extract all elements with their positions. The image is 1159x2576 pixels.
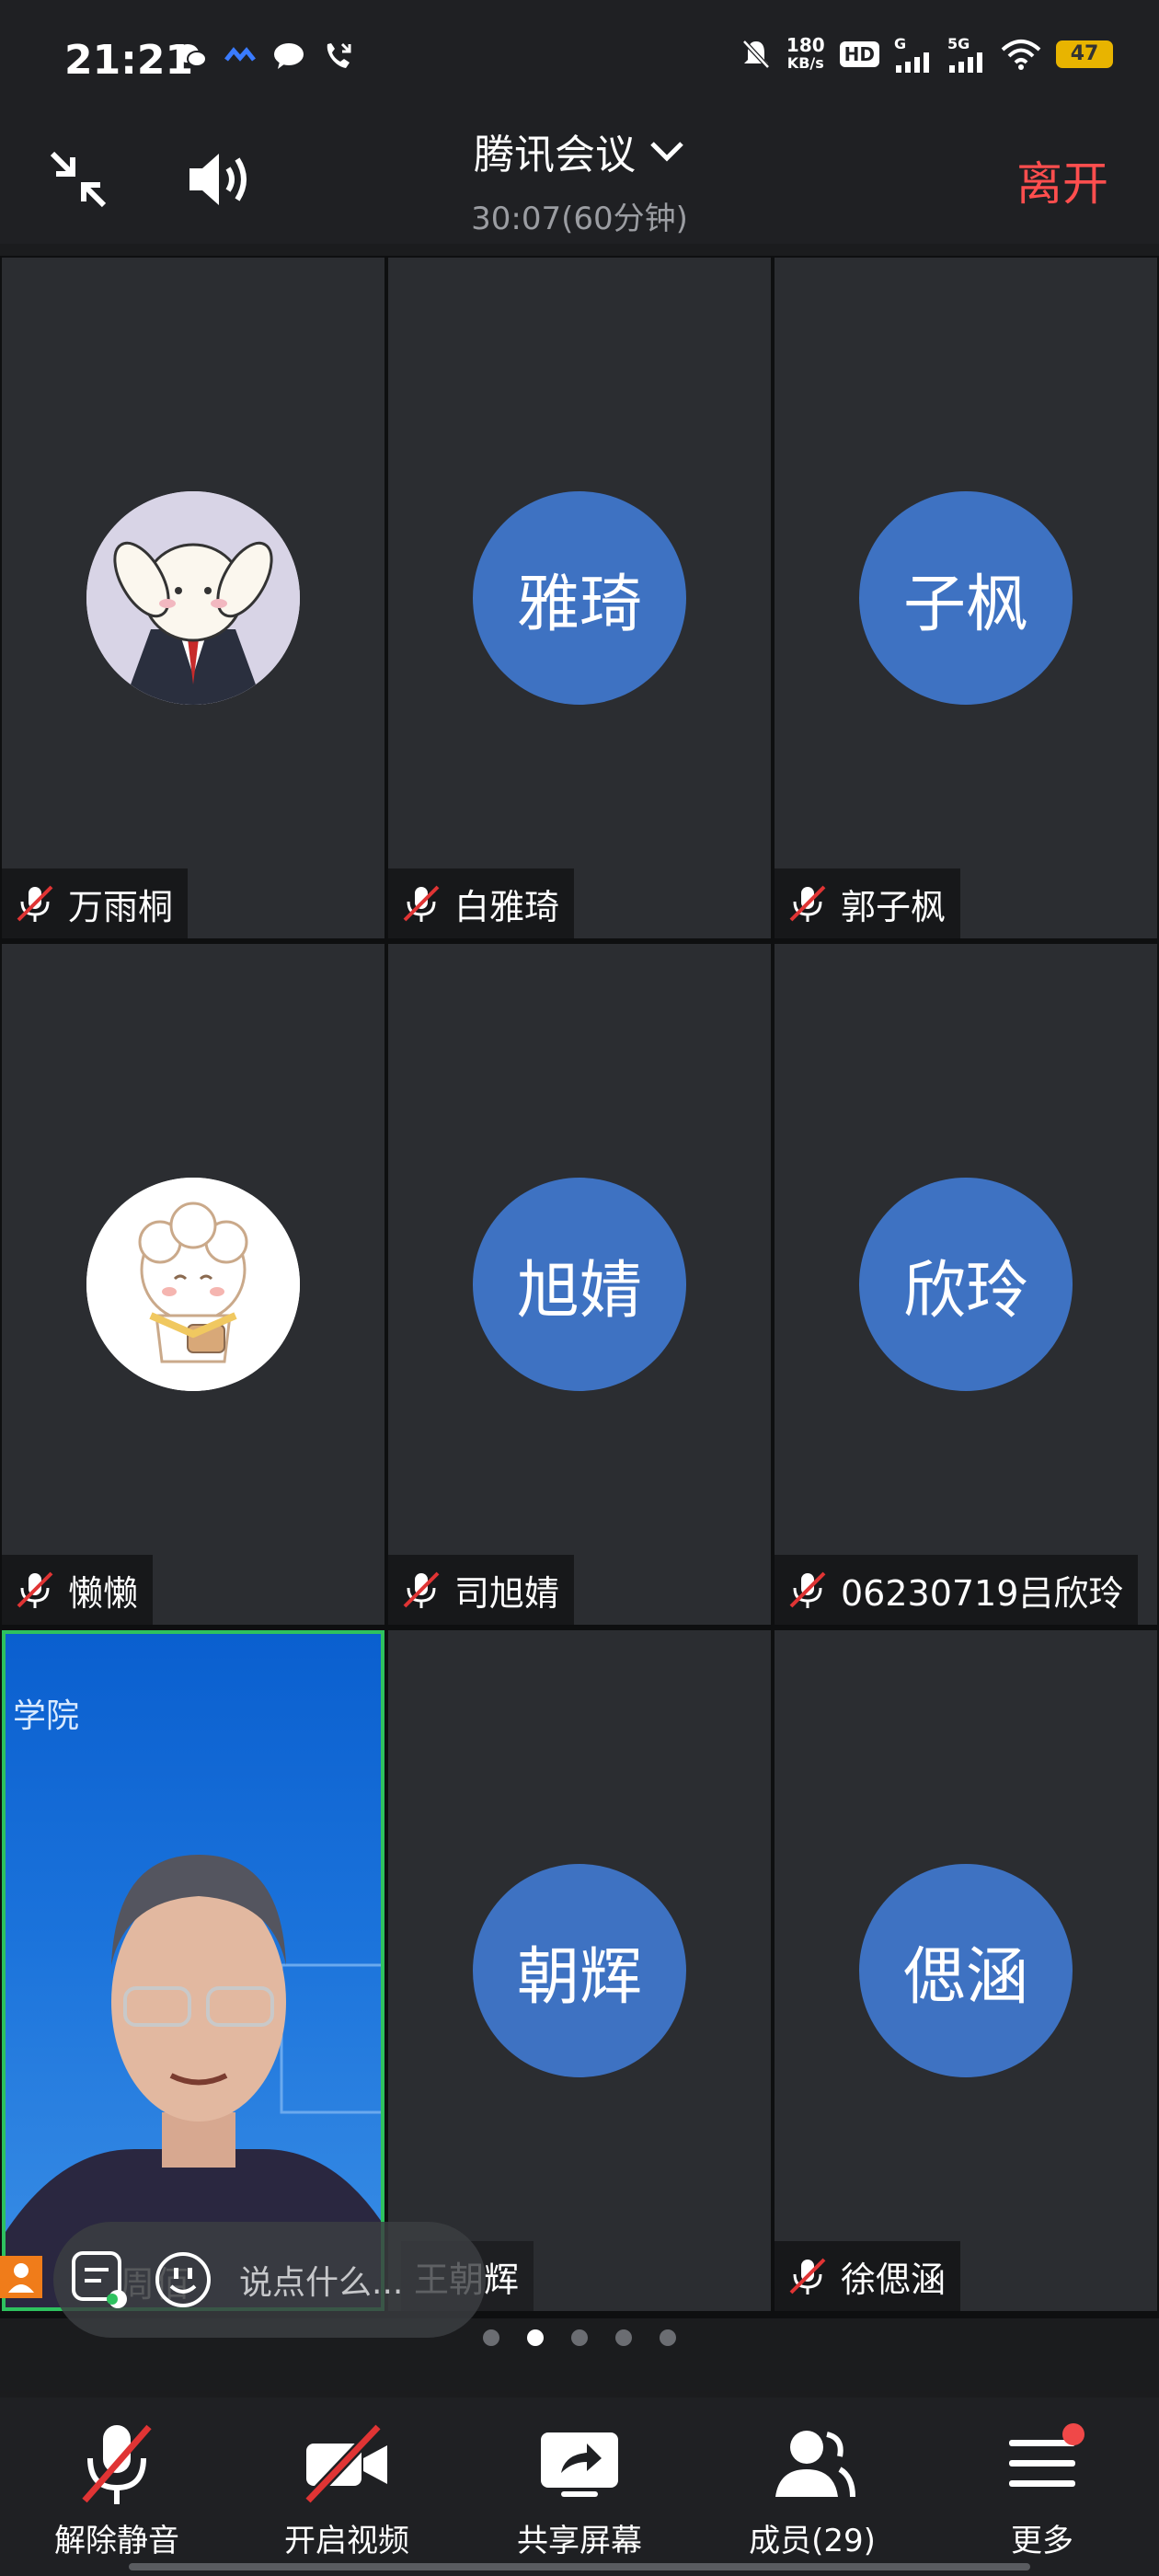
participant-tile[interactable]: 欣玲 06230719吕欣玲: [775, 944, 1157, 1625]
mic-muted-icon: [17, 1571, 53, 1608]
participant-tile[interactable]: 万雨桐: [2, 258, 384, 938]
wechat-icon: [177, 44, 207, 67]
participant-tile[interactable]: 朝辉 王朝辉: [388, 1630, 771, 2311]
avatar: [86, 491, 300, 705]
chat-list-icon[interactable]: [68, 2248, 132, 2312]
avatar: [86, 1178, 300, 1391]
rabbit-avatar-icon: [86, 491, 300, 705]
status-bar: 21:21 180 KB/s HD G 5G 47: [0, 0, 1159, 120]
network-speed: 180 KB/s: [786, 33, 825, 72]
participant-tile[interactable]: 偲涵 徐偲涵: [775, 1630, 1157, 2311]
message-icon: [274, 43, 304, 69]
avatar: 欣玲: [859, 1178, 1073, 1391]
chevron-down-icon: [650, 142, 683, 162]
menu-icon: [1009, 2423, 1084, 2487]
avatar: 雅琦: [473, 491, 686, 705]
participant-tile[interactable]: 子枫 郭子枫: [775, 258, 1157, 938]
speaker-person-video: [6, 1855, 381, 2307]
mic-muted-icon: [789, 885, 826, 922]
mic-muted-icon: [789, 1571, 826, 1608]
participant-name: 懒懒: [68, 1572, 139, 1614]
participant-name: 06230719吕欣玲: [841, 1572, 1124, 1614]
mic-muted-icon: [403, 885, 440, 922]
participant-tile[interactable]: 懒懒: [2, 944, 384, 1625]
members-icon: [775, 2431, 855, 2498]
chat-placeholder: 说点什么...: [239, 2264, 404, 2302]
participant-name: 万雨桐: [68, 886, 174, 927]
app-notification-icon: [224, 47, 256, 62]
members-button[interactable]: 成员(29): [720, 2418, 904, 2560]
home-indicator[interactable]: [129, 2563, 1030, 2570]
unmute-button[interactable]: 解除静音: [25, 2418, 209, 2560]
wifi-icon: [1001, 39, 1041, 70]
more-button[interactable]: 更多: [950, 2418, 1134, 2560]
participant-name: 徐偲涵: [841, 2259, 947, 2300]
share-screen-button[interactable]: 共享屏幕: [488, 2418, 671, 2560]
battery-indicator: 47: [1056, 40, 1113, 68]
signal-icon-1: [896, 52, 929, 73]
leave-button[interactable]: 离开: [1016, 147, 1108, 213]
meeting-title[interactable]: 腾讯会议: [474, 121, 685, 180]
mic-muted-icon: [789, 2258, 826, 2294]
meeting-top-bar: 腾讯会议 30:07(60分钟) 离开: [0, 120, 1159, 244]
meeting-timer: 30:07(60分钟): [471, 201, 688, 237]
avatar: 子枫: [859, 491, 1073, 705]
chat-input-pill[interactable]: 说点什么...: [53, 2222, 486, 2338]
mute-bell-icon: [742, 39, 770, 69]
page-dot[interactable]: [660, 2329, 676, 2346]
share-screen-icon: [541, 2432, 618, 2497]
name-tag: 白雅琦: [388, 868, 575, 938]
hd-badge: HD: [839, 40, 879, 67]
name-tag: 万雨桐: [2, 868, 189, 938]
name-tag: 懒懒: [2, 1555, 154, 1625]
participant-video: 学院: [6, 1634, 381, 2307]
camera-on-icon: [0, 2256, 42, 2298]
participant-name: 白雅琦: [454, 886, 560, 927]
name-tag: 徐偲涵: [775, 2241, 961, 2311]
avatar: 偲涵: [859, 1864, 1073, 2077]
mic-muted-icon: [17, 885, 53, 922]
page-indicator: [0, 2329, 1159, 2346]
page-dot[interactable]: [483, 2329, 499, 2346]
missed-call-icon: [327, 42, 351, 68]
participant-name: 司旭婧: [454, 1572, 560, 1614]
mic-muted-icon: [82, 2424, 152, 2504]
mic-muted-icon: [403, 1571, 440, 1608]
participant-name: 郭子枫: [841, 886, 947, 927]
page-dot[interactable]: [571, 2329, 588, 2346]
bottom-toolbar: 解除静音 开启视频 共享屏幕 成员(29) 更多: [0, 2398, 1159, 2576]
sheep-avatar-icon: [86, 1178, 300, 1391]
signal-icon-2: [949, 52, 982, 73]
avatar: 朝辉: [473, 1864, 686, 2077]
name-tag: 06230719吕欣玲: [775, 1555, 1139, 1625]
emoji-icon[interactable]: [151, 2248, 215, 2312]
start-video-button[interactable]: 开启视频: [255, 2418, 439, 2560]
participant-tile-active-speaker[interactable]: 学院: [2, 1630, 384, 2311]
participant-tile[interactable]: 旭婧 司旭婧: [388, 944, 771, 1625]
video-off-icon: [304, 2422, 387, 2505]
avatar: 旭婧: [473, 1178, 686, 1391]
participant-tile[interactable]: 雅琦 白雅琦: [388, 258, 771, 938]
participant-grid: 万雨桐 雅琦 白雅琦 子枫 郭子枫 懒懒 旭婧 司旭婧 欣玲 06230719吕…: [0, 256, 1159, 2318]
page-dot-active[interactable]: [527, 2329, 544, 2346]
name-tag: 司旭婧: [388, 1555, 575, 1625]
page-dot[interactable]: [615, 2329, 632, 2346]
name-tag: 郭子枫: [775, 868, 961, 938]
